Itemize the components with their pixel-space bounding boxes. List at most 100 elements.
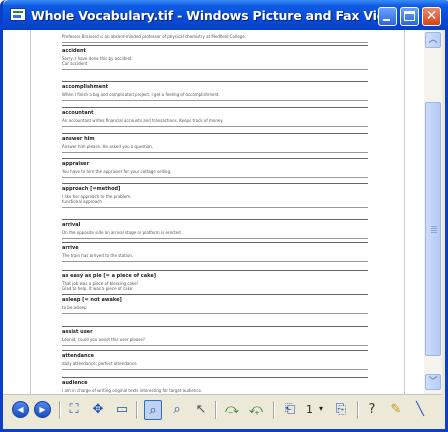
entry-divider bbox=[62, 261, 368, 262]
scroll-down-button[interactable]: ﹀ bbox=[425, 374, 441, 390]
entry-term: accountant bbox=[62, 110, 94, 116]
entry-divider bbox=[62, 126, 368, 127]
zoom-out-button[interactable]: ⌕ bbox=[168, 400, 186, 420]
vocabulary-entry: accident Sorry, I have done this by accid… bbox=[62, 45, 368, 70]
next-image-icon: ▶ bbox=[39, 405, 46, 414]
entry-rule bbox=[62, 270, 368, 271]
vocabulary-entry: appraiser You have to hire the appraiser … bbox=[62, 158, 368, 178]
vocabulary-entry: accomplishment When I finish a big and co… bbox=[62, 81, 368, 101]
window-title: Whole Vocabulary.tif - Windows Picture a… bbox=[31, 8, 381, 23]
entry-divider bbox=[62, 100, 368, 101]
entry-example: You have to hire the appraiser for your … bbox=[62, 169, 172, 174]
entry-example: I am in charge of writing original texts… bbox=[62, 388, 203, 393]
vocabulary-entry: assist user Leonid, could you assist this… bbox=[62, 326, 368, 346]
select-button[interactable]: ↖ bbox=[192, 400, 210, 420]
line-icon: ╲ bbox=[416, 402, 424, 417]
page-number[interactable]: 1 bbox=[306, 403, 313, 416]
rotate-clockwise-icon: ⤼ bbox=[225, 402, 239, 417]
previous-image-icon: ◀ bbox=[17, 405, 24, 414]
entry-term: attendance bbox=[62, 353, 94, 359]
actual-size-icon: ✥ bbox=[92, 402, 104, 417]
help-button[interactable]: ? bbox=[363, 400, 381, 420]
next-page-icon: ⎘ bbox=[335, 402, 347, 417]
entry-term: assist user bbox=[62, 329, 93, 335]
entry-divider bbox=[62, 369, 368, 370]
entry-divider bbox=[62, 207, 368, 208]
rotate-counterclockwise-icon: ⤽ bbox=[249, 402, 263, 417]
previous-page-button[interactable]: ⎗ bbox=[281, 400, 299, 420]
entry-example: An accountant writes financial accounts … bbox=[62, 118, 224, 123]
close-icon: ✕ bbox=[425, 8, 438, 24]
entry-example: The train has arrived to the station. bbox=[62, 253, 134, 258]
actual-size-button[interactable]: ✥ bbox=[89, 400, 107, 420]
minimize-icon bbox=[383, 19, 390, 21]
entry-rule bbox=[62, 158, 368, 159]
zoom-out-icon: ⌕ bbox=[173, 402, 181, 417]
entry-rule bbox=[62, 377, 368, 378]
vocabulary-entry: arrival On the opposite side an arrival s… bbox=[62, 219, 368, 239]
entry-term: arrive bbox=[62, 245, 79, 251]
entry-term: as easy as pie [= a piece of cake] bbox=[62, 273, 157, 279]
top-line: Professor Brainerd is an absent-minded p… bbox=[62, 32, 368, 43]
maximize-button[interactable] bbox=[400, 7, 419, 26]
entry-divider bbox=[62, 313, 368, 314]
document-page: Professor Brainerd is an absent-minded p… bbox=[30, 30, 405, 394]
next-image-button[interactable]: ▶ bbox=[34, 401, 51, 418]
entry-term: accomplishment bbox=[62, 84, 109, 90]
entry-example: On the opposite side an arrival stage or… bbox=[62, 230, 182, 235]
entry-rule bbox=[62, 294, 368, 295]
vocabulary-entry: approach [=method] I like her approach to… bbox=[62, 183, 368, 208]
next-page-button[interactable]: ⎘ bbox=[332, 400, 350, 420]
divider bbox=[62, 42, 368, 43]
previous-page-icon: ⎗ bbox=[284, 402, 296, 417]
line-annotation-button[interactable]: ╲ bbox=[411, 400, 429, 420]
entry-term: approach [=method] bbox=[62, 186, 121, 192]
entry-term: answer him bbox=[62, 136, 95, 142]
entry-rule bbox=[62, 45, 368, 46]
pointer-icon: ↖ bbox=[195, 402, 207, 417]
app-icon[interactable] bbox=[10, 8, 26, 21]
best-fit-icon: ⛶ bbox=[69, 402, 79, 417]
separator bbox=[215, 401, 217, 419]
entry-example: to be asleep bbox=[62, 305, 87, 310]
title-bar[interactable]: Whole Vocabulary.tif - Windows Picture a… bbox=[3, 0, 448, 30]
separator bbox=[357, 401, 359, 419]
viewer-toolbar: ◀ ▶ ⛶ ✥ ▭ ⌕ ⌕ ↖ ⤼ ⤽ ⎗ 1 ▾ ⎘ ? ✎ ╲ bbox=[3, 394, 442, 424]
vocabulary-entry: as easy as pie [= a piece of cake] That j… bbox=[62, 270, 368, 295]
scroll-thumb[interactable] bbox=[425, 102, 441, 356]
slideshow-icon: ▭ bbox=[115, 402, 129, 417]
minimize-button[interactable] bbox=[378, 7, 397, 26]
entry-divider bbox=[62, 152, 368, 153]
scroll-up-button[interactable]: ︿ bbox=[425, 32, 441, 48]
entry-rule bbox=[62, 326, 368, 327]
entry-rule bbox=[62, 133, 368, 134]
entry-term: accident bbox=[62, 48, 86, 54]
best-fit-button[interactable]: ⛶ bbox=[65, 400, 83, 420]
entry-term: appraiser bbox=[62, 161, 89, 167]
slideshow-button[interactable]: ▭ bbox=[113, 400, 131, 420]
entry-example: Leonid, could you assist this user pleas… bbox=[62, 337, 145, 342]
separator bbox=[136, 401, 138, 419]
entry-divider bbox=[62, 177, 368, 178]
entry-example: daily attendance; perfect attendance bbox=[62, 361, 137, 366]
rotate-counterclockwise-button[interactable]: ⤽ bbox=[247, 400, 265, 420]
chevron-down-icon[interactable]: ▾ bbox=[319, 404, 323, 413]
chevron-down-icon: ﹀ bbox=[428, 377, 438, 387]
entry-divider bbox=[62, 345, 368, 346]
vocabulary-entry: audience I am in charge of writing origin… bbox=[62, 377, 368, 394]
rotate-clockwise-button[interactable]: ⤼ bbox=[223, 400, 241, 420]
grip-icon bbox=[431, 226, 437, 234]
image-viewport[interactable]: Professor Brainerd is an absent-minded p… bbox=[3, 30, 442, 394]
entry-rule bbox=[62, 350, 368, 351]
entry-divider bbox=[62, 69, 368, 70]
entry-example-2: Car accident bbox=[62, 61, 88, 66]
zoom-in-button[interactable]: ⌕ bbox=[144, 400, 162, 420]
entry-example: Answer him please. He asked you a questi… bbox=[62, 144, 154, 149]
vertical-scrollbar[interactable]: ︿ ﹀ bbox=[424, 30, 442, 394]
help-icon: ? bbox=[368, 402, 376, 417]
chevron-up-icon: ︿ bbox=[428, 35, 438, 45]
close-button[interactable]: ✕ bbox=[422, 7, 441, 26]
separator bbox=[273, 401, 275, 419]
previous-image-button[interactable]: ◀ bbox=[12, 401, 29, 418]
annotation-pen-button[interactable]: ✎ bbox=[387, 400, 405, 420]
